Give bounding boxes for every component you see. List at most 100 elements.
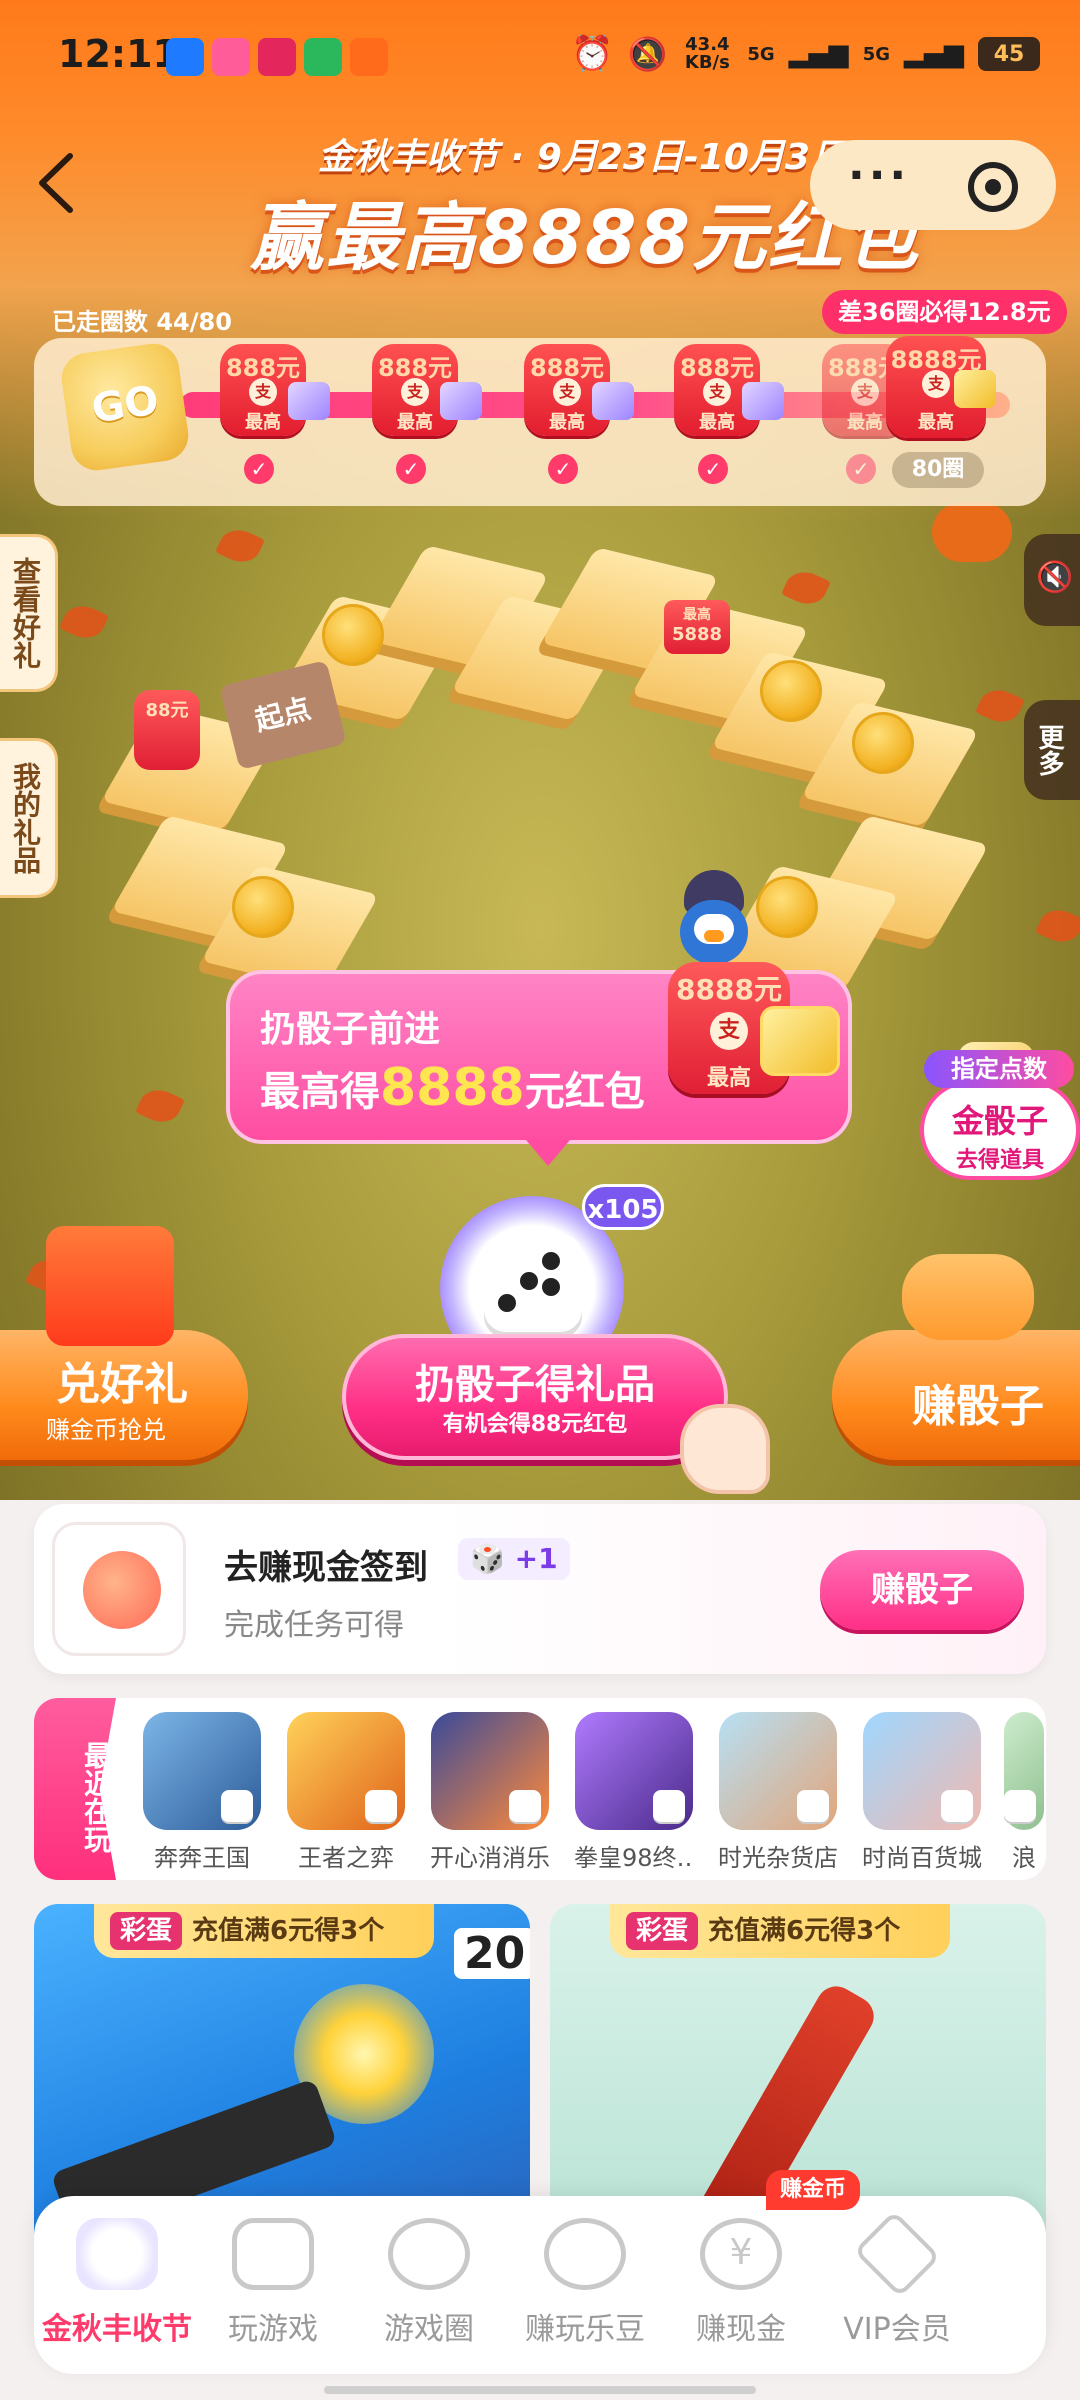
start-tile-label: 起点 bbox=[251, 691, 315, 738]
recent-games-strip: 最近在玩 奔奔王国 王者之弈 开心消消乐 拳皇98终… 时光杂货店 时尚百货城 … bbox=[34, 1698, 1046, 1880]
check-icon: ✓ bbox=[846, 454, 876, 484]
gold-dice-sub: 去得道具 bbox=[955, 1148, 1044, 1173]
roll-dice-button[interactable]: 扔骰子得礼品 有机会得88元红包 bbox=[342, 1334, 728, 1460]
player-character bbox=[672, 870, 756, 966]
redeem-title: 兑好礼 bbox=[56, 1359, 188, 1410]
game-item[interactable]: 浪 bbox=[1004, 1712, 1044, 1873]
app-notification-icon bbox=[304, 38, 342, 76]
game-item[interactable]: 王者之弈 bbox=[286, 1712, 406, 1873]
game-item[interactable]: 时尚百货城 bbox=[862, 1712, 982, 1873]
go-label: GO bbox=[88, 377, 162, 433]
leaf-decoration bbox=[975, 683, 1025, 729]
app-notification-icon bbox=[212, 38, 250, 76]
game-item[interactable]: 拳皇98终… bbox=[574, 1712, 694, 1873]
sound-toggle-button[interactable]: 🔇 bbox=[1024, 534, 1080, 626]
board-left-reward-amount: 88元 bbox=[145, 700, 189, 721]
my-gifts-tab[interactable]: 我的礼品 bbox=[0, 738, 58, 898]
game-item[interactable]: 开心消消乐 bbox=[430, 1712, 550, 1873]
go-tile: GO bbox=[58, 340, 192, 474]
recent-tag: 最近在玩 bbox=[34, 1698, 116, 1880]
home-indicator bbox=[324, 2386, 756, 2394]
alipay-seal: 支 bbox=[710, 1012, 748, 1050]
coin-icon bbox=[852, 712, 914, 774]
nav-earn-beans[interactable]: 赚玩乐豆 bbox=[510, 2218, 660, 2348]
alipay-seal: 支 bbox=[249, 378, 277, 406]
banner-text: 充值满6元得3个 bbox=[708, 1916, 901, 1946]
net-speed: 43.4 KB/s bbox=[684, 34, 730, 73]
nav-game-circle[interactable]: 游戏圈 bbox=[354, 2218, 504, 2348]
bean-nav-icon bbox=[544, 2218, 626, 2290]
earn-dice-side-button[interactable]: 赚骰子 bbox=[832, 1330, 1080, 1460]
task-plus-value: +1 bbox=[514, 1542, 558, 1575]
app-notification-icon bbox=[258, 38, 296, 76]
battery-indicator: 45 bbox=[978, 37, 1040, 71]
check-icon: ✓ bbox=[698, 454, 728, 484]
dice-nav-icon bbox=[76, 2218, 158, 2290]
banner-badge: 彩蛋 bbox=[626, 1912, 699, 1950]
nav-label: 赚现金 bbox=[696, 2312, 786, 2347]
dice-plus-badge: 🎲 +1 bbox=[458, 1538, 570, 1580]
pointing-hand-icon bbox=[680, 1404, 770, 1494]
bubble-suffix: 元红包 bbox=[524, 1069, 645, 1115]
close-target-icon[interactable] bbox=[968, 162, 1018, 212]
game-icon bbox=[719, 1712, 837, 1830]
roll-title: 扔骰子得礼品 bbox=[415, 1362, 655, 1408]
game-icon bbox=[287, 1712, 405, 1830]
nav-earn-cash[interactable]: ¥ 赚现金 bbox=[666, 2218, 816, 2348]
game-name: 浪 bbox=[1012, 1844, 1036, 1872]
redeem-gifts-button[interactable]: 兑好礼 赚金币抢兑 bbox=[0, 1330, 248, 1460]
coin-icon bbox=[322, 604, 384, 666]
nav-harvest-festival[interactable]: 金秋丰收节 bbox=[42, 2218, 192, 2348]
back-button[interactable] bbox=[34, 150, 80, 216]
game-item[interactable]: 奔奔王国 bbox=[142, 1712, 262, 1873]
nav-label: 游戏圈 bbox=[384, 2312, 474, 2347]
start-tile: 起点 bbox=[219, 659, 347, 771]
signal-icon: ▂▄▆ bbox=[788, 39, 849, 69]
network-1: 5G bbox=[747, 43, 775, 65]
board-reward-tile: 最高 5888 bbox=[664, 600, 730, 654]
earn-dice-title: 赚骰子 bbox=[912, 1381, 1044, 1432]
banner-badge: 彩蛋 bbox=[110, 1912, 183, 1950]
banner-tag: 彩蛋 充值满6元得3个 bbox=[94, 1904, 435, 1958]
nav-vip[interactable]: VIP会员 bbox=[822, 2210, 972, 2348]
earn-coins-badge: 赚金币 bbox=[766, 2170, 861, 2210]
game-name: 时光杂货店 bbox=[718, 1844, 838, 1872]
more-menu-button[interactable]: ··· bbox=[848, 150, 910, 201]
leaf-decoration bbox=[781, 565, 831, 611]
gift-box-icon bbox=[592, 382, 634, 420]
gift-box-icon bbox=[288, 382, 330, 420]
dice-count-badge: x105 bbox=[582, 1184, 664, 1230]
vip-diamond-icon bbox=[853, 2210, 941, 2298]
board-reward-max: 最高 bbox=[683, 607, 711, 623]
yuan-nav-icon: ¥ bbox=[700, 2218, 782, 2290]
mute-speaker-icon: 🔇 bbox=[1036, 560, 1074, 595]
check-icon: ✓ bbox=[548, 454, 578, 484]
app-notification-icon bbox=[350, 38, 388, 76]
bubble-line2: 最高得8888元红包 bbox=[260, 1058, 645, 1118]
bubble-reward-amount: 8888元 bbox=[676, 973, 782, 1006]
game-icon bbox=[431, 1712, 549, 1830]
view-gifts-tab[interactable]: 查看好礼 bbox=[0, 534, 58, 692]
nav-label: 金秋丰收节 bbox=[42, 2312, 192, 2347]
gift-box-icon bbox=[440, 382, 482, 420]
nav-play-games[interactable]: 玩游戏 bbox=[198, 2218, 348, 2348]
earn-dice-button[interactable]: 赚骰子 bbox=[820, 1550, 1024, 1630]
game-item[interactable]: 时光杂货店 bbox=[718, 1712, 838, 1873]
gamepad-nav-icon bbox=[232, 2218, 314, 2290]
more-tab[interactable]: 更多 bbox=[1024, 700, 1080, 800]
alarm-icon: ⏰ bbox=[571, 34, 614, 74]
redeem-sub: 赚金币抢兑 bbox=[46, 1416, 166, 1444]
nav-label: 赚玩乐豆 bbox=[525, 2312, 645, 2347]
banner-text: 充值满6元得3个 bbox=[192, 1916, 385, 1946]
gift-chest-icon bbox=[46, 1226, 174, 1346]
gold-dice-button[interactable]: 金骰子 去得道具 bbox=[920, 1080, 1080, 1180]
banner-number: 20 bbox=[454, 1928, 530, 1979]
bubble-prefix: 最高得 bbox=[260, 1069, 380, 1115]
gold-dice-title: 金骰子 bbox=[951, 1102, 1048, 1140]
game-icon bbox=[1004, 1712, 1044, 1830]
leaf-decoration bbox=[1035, 903, 1080, 949]
circle-nav-icon bbox=[388, 2218, 470, 2290]
task-title: 去赚现金签到 bbox=[224, 1548, 428, 1588]
coin-hand-icon bbox=[83, 1551, 161, 1629]
alipay-seal: 支 bbox=[922, 370, 950, 398]
